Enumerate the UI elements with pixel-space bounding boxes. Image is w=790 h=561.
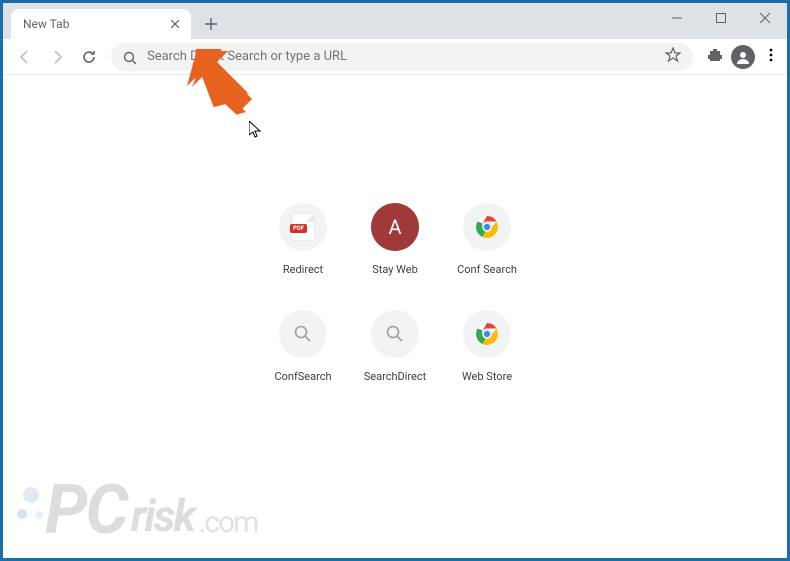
profile-avatar[interactable] bbox=[731, 45, 755, 69]
chrome-icon bbox=[463, 310, 511, 358]
browser-window: New Tab bbox=[3, 3, 787, 558]
toolbar bbox=[3, 39, 787, 75]
maximize-button[interactable] bbox=[699, 3, 743, 33]
chrome-icon bbox=[463, 203, 511, 251]
shortcut-label: Stay Web bbox=[372, 263, 418, 276]
tab-close-icon[interactable] bbox=[167, 16, 183, 32]
shortcut-stay-web[interactable]: A Stay Web bbox=[349, 203, 441, 276]
new-tab-button[interactable] bbox=[197, 10, 225, 38]
shortcut-confsearch[interactable]: ConfSearch bbox=[257, 310, 349, 383]
magnifier-icon bbox=[279, 310, 327, 358]
address-input[interactable] bbox=[147, 49, 655, 64]
pdf-icon bbox=[279, 203, 327, 251]
toolbar-right bbox=[701, 45, 779, 69]
shortcut-label: Redirect bbox=[283, 263, 323, 276]
watermark-dots-icon bbox=[17, 483, 51, 537]
shortcut-label: SearchDirect bbox=[364, 370, 427, 383]
forward-button[interactable] bbox=[43, 43, 71, 71]
window-controls bbox=[655, 3, 787, 33]
letter-a-icon: A bbox=[371, 203, 419, 251]
watermark-pc: PC bbox=[45, 470, 127, 550]
watermark: PC risk .com bbox=[17, 470, 257, 550]
reload-button[interactable] bbox=[75, 43, 103, 71]
shortcut-label: Conf Search bbox=[457, 263, 517, 276]
titlebar: New Tab bbox=[3, 3, 787, 39]
menu-icon[interactable] bbox=[763, 47, 779, 67]
extensions-icon[interactable] bbox=[707, 47, 723, 67]
omnibox[interactable] bbox=[111, 43, 693, 71]
magnifier-icon bbox=[371, 310, 419, 358]
shortcut-web-store[interactable]: Web Store bbox=[441, 310, 533, 383]
search-icon bbox=[123, 50, 137, 64]
bookmark-star-icon[interactable] bbox=[665, 47, 681, 67]
tab-title: New Tab bbox=[23, 17, 69, 31]
window-close-button[interactable] bbox=[743, 3, 787, 33]
shortcut-conf-search[interactable]: Conf Search bbox=[441, 203, 533, 276]
minimize-button[interactable] bbox=[655, 3, 699, 33]
watermark-risk: risk bbox=[131, 490, 195, 542]
tab-new-tab[interactable]: New Tab bbox=[11, 9, 191, 39]
shortcut-label: Web Store bbox=[462, 370, 512, 383]
shortcut-searchdirect[interactable]: SearchDirect bbox=[349, 310, 441, 383]
back-button[interactable] bbox=[11, 43, 39, 71]
watermark-com: .com bbox=[198, 505, 257, 540]
shortcut-redirect[interactable]: Redirect bbox=[257, 203, 349, 276]
shortcuts-grid: Redirect A Stay Web Conf Search ConfSear… bbox=[257, 203, 533, 383]
shortcut-label: ConfSearch bbox=[274, 370, 331, 383]
